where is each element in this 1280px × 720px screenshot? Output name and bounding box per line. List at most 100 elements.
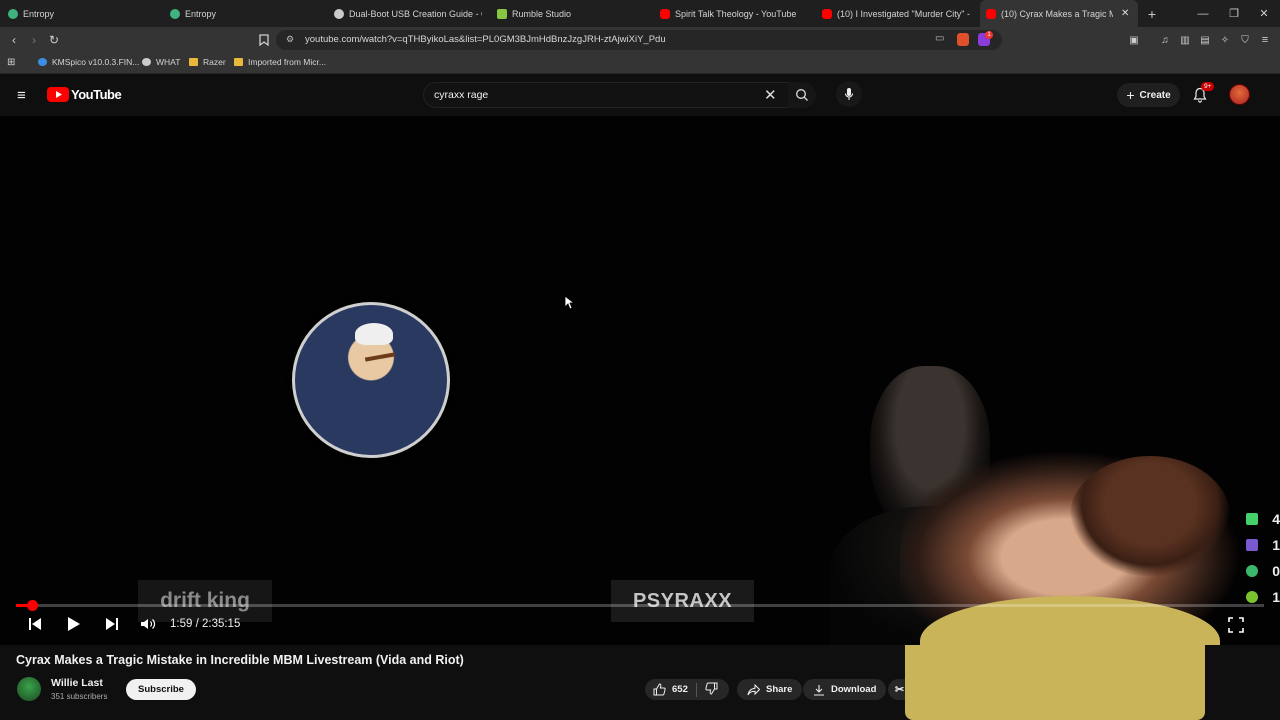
stream-stats-overlay: 4 1 0 1 — [1246, 506, 1280, 610]
bookmarks-bar: ⊞ KMSpico v10.0.3.FIN... WHAT Razer Impo… — [0, 52, 1280, 74]
microphone-icon — [844, 88, 854, 100]
browser-tab-strip: Entropy Entropy Dual-Boot USB Creation G… — [0, 0, 1280, 27]
search-button[interactable] — [788, 82, 816, 108]
browser-tab[interactable]: (10) I Investigated "Murder City" - Da — [822, 0, 970, 27]
scissors-icon: ✂ — [895, 684, 905, 696]
dislike-button[interactable] — [705, 682, 718, 698]
close-tab-icon[interactable]: ✕ — [1121, 8, 1129, 19]
browser-tab[interactable]: Rumble Studio — [497, 0, 647, 27]
entropy-favicon-icon — [170, 8, 180, 19]
like-button[interactable]: 652 — [653, 683, 688, 696]
share-label: Share — [766, 684, 793, 695]
hamburger-menu-icon[interactable]: ≡ — [17, 87, 26, 104]
browser-tab-active[interactable]: (10) Cyrax Makes a Tragic Mista ✕ — [980, 0, 1138, 27]
apps-grid-icon[interactable]: ⊞ — [7, 57, 15, 68]
youtube-logo-text: YouTube — [71, 87, 122, 102]
share-button[interactable]: Share — [737, 679, 803, 700]
like-dislike-group: 652 — [645, 679, 729, 700]
tab-title: (10) I Investigated "Murder City" - Da — [837, 8, 970, 19]
next-button[interactable] — [105, 617, 119, 636]
play-button[interactable] — [67, 616, 81, 637]
platform-icon — [1246, 565, 1258, 577]
site-info-icon[interactable]: ⚙ — [286, 34, 294, 45]
tab-title: Spirit Talk Theology - YouTube — [675, 8, 797, 19]
thumbs-down-icon — [705, 682, 718, 695]
browser-tab[interactable]: Entropy — [8, 0, 158, 27]
progress-bar[interactable] — [16, 600, 1264, 611]
channel-avatar[interactable] — [17, 677, 41, 701]
create-button[interactable]: + Create — [1117, 83, 1180, 107]
progress-scrubber[interactable] — [26, 600, 38, 611]
stat-count: 1 — [1272, 537, 1280, 553]
music-icon[interactable]: ♫ — [1157, 32, 1173, 48]
download-button[interactable]: Download — [803, 679, 887, 700]
subscriber-count: 351 subscribers — [51, 692, 108, 701]
minimize-icon[interactable]: — — [1187, 0, 1219, 27]
subscribe-button[interactable]: Subscribe — [126, 679, 196, 700]
menu-icon[interactable]: ≡ — [1257, 32, 1273, 48]
back-icon[interactable]: ‹ — [6, 32, 22, 48]
bookmark-item[interactable]: Imported from Micr... — [234, 57, 326, 67]
voice-search-button[interactable] — [836, 81, 862, 107]
bookmark-item[interactable]: Razer — [189, 57, 226, 67]
volume-button[interactable] — [140, 617, 156, 636]
stat-count: 0 — [1272, 563, 1280, 579]
stat-count: 1 — [1272, 589, 1280, 605]
kick-icon — [1246, 513, 1258, 525]
channel-name[interactable]: Willie Last — [51, 677, 103, 689]
rumble-favicon-icon — [497, 8, 507, 19]
globe-icon — [142, 58, 151, 66]
mouse-cursor-icon — [564, 295, 574, 310]
create-label: Create — [1139, 89, 1171, 101]
fullscreen-icon — [1228, 617, 1244, 633]
divider — [695, 682, 697, 697]
notifications-button[interactable]: 9+ — [1193, 82, 1215, 108]
youtube-play-logo-icon — [47, 87, 69, 102]
plus-icon[interactable]: + — [1136, 0, 1168, 27]
browser-toolbar: ‹ › ↻ ⚙ youtube.com/watch?v=qTHByikoLas&… — [0, 27, 1280, 52]
extension-badge: 1 — [985, 31, 993, 39]
browser-tab[interactable]: Dual-Boot USB Creation Guide - Gro — [334, 0, 482, 27]
clear-search-icon[interactable]: ✕ — [764, 86, 777, 104]
guest-portrait-image — [292, 302, 450, 458]
previous-button[interactable] — [28, 617, 42, 636]
url-text[interactable]: youtube.com/watch?v=qTHByikoLas&list=PL0… — [305, 34, 666, 45]
leo-ai-icon[interactable]: ✧ — [1217, 32, 1233, 48]
skip-next-icon — [106, 618, 118, 630]
address-bar[interactable]: ⚙ youtube.com/watch?v=qTHByikoLas&list=P… — [276, 30, 1002, 50]
brave-shield-icon[interactable] — [957, 33, 969, 46]
vpn-icon[interactable]: ⛉ — [1237, 32, 1253, 48]
bookmark-label: KMSpico v10.0.3.FIN... — [52, 57, 140, 67]
search-box[interactable]: cyraxx rage ✕ — [423, 82, 789, 108]
bookmark-item[interactable]: WHAT — [142, 57, 180, 67]
reload-icon[interactable]: ↻ — [46, 32, 62, 48]
restore-icon[interactable]: ❐ — [1218, 0, 1250, 27]
tab-title: Entropy — [185, 8, 217, 19]
forward-icon[interactable]: › — [26, 32, 42, 48]
bookmark-icon[interactable] — [256, 32, 272, 48]
fullscreen-button[interactable] — [1228, 617, 1244, 638]
download-icon — [814, 684, 824, 696]
skip-previous-icon — [29, 618, 41, 630]
browser-tab[interactable]: Spirit Talk Theology - YouTube — [660, 0, 810, 27]
tab-title: Rumble Studio — [512, 8, 572, 19]
webcam-hair-shape — [1070, 456, 1230, 576]
bookmark-label: Razer — [203, 57, 226, 67]
close-window-icon[interactable]: ✕ — [1248, 0, 1280, 27]
stat-count: 4 — [1272, 511, 1280, 527]
avatar[interactable] — [1229, 84, 1250, 105]
cast-icon[interactable]: ▭ — [935, 33, 944, 44]
youtube-logo[interactable]: YouTube — [47, 87, 122, 102]
wallet-icon[interactable]: ▤ — [1197, 32, 1213, 48]
bookmark-item[interactable]: KMSpico v10.0.3.FIN... — [38, 57, 139, 67]
plus-icon: + — [1126, 87, 1135, 103]
notification-badge: 9+ — [1201, 82, 1215, 91]
video-title: Cyrax Makes a Tragic Mistake in Incredib… — [16, 653, 464, 667]
time-display: 1:59 / 2:35:15 — [170, 618, 240, 630]
search-input[interactable]: cyraxx rage — [434, 89, 488, 101]
sidebar-icon[interactable]: ▥ — [1177, 32, 1193, 48]
video-player[interactable]: drift king PSYRAXX 4 1 0 1 1:59 / 2:35:1… — [0, 116, 1280, 645]
browser-tab[interactable]: Entropy — [170, 0, 320, 27]
webcam-overlay-image — [900, 436, 1265, 645]
screenshot-icon[interactable]: ▣ — [1126, 32, 1142, 48]
